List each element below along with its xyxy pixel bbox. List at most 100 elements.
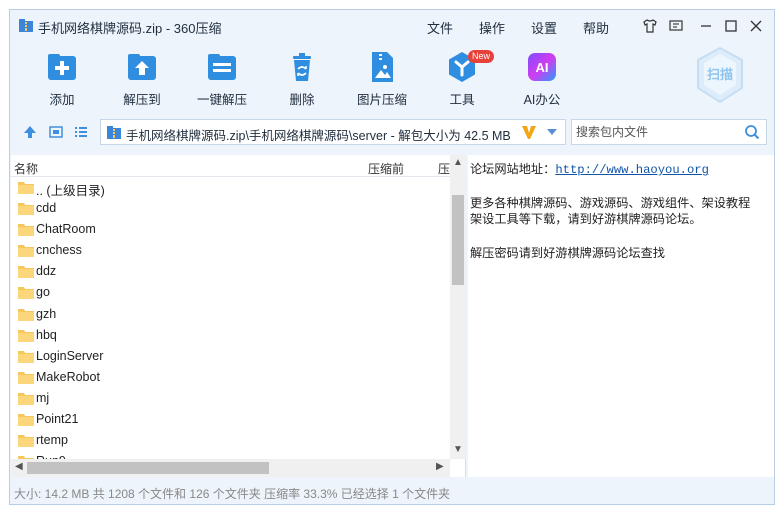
extract-to-button[interactable]: 解压到 — [104, 50, 180, 114]
file-name: cdd — [36, 201, 57, 216]
folder-icon — [18, 203, 34, 216]
file-name: cnchess — [36, 243, 82, 258]
comment-line-3: 架设工具等下载，请到好游棋牌源码论坛。 — [470, 212, 702, 226]
close-button[interactable] — [746, 16, 766, 36]
column-original-size[interactable]: 压缩前 — [368, 160, 404, 177]
list-item[interactable]: MakeRobot — [11, 367, 450, 388]
scroll-up-icon[interactable]: ▲ — [453, 157, 463, 168]
one-click-extract-button[interactable]: 一键解压 — [184, 50, 260, 114]
horizontal-scroll-thumb[interactable] — [27, 462, 269, 474]
address-bar[interactable]: 手机网络棋牌源码.zip\手机网络棋牌源码\server - 解包大小为 42.… — [100, 119, 566, 145]
file-name: MakeRobot — [36, 369, 100, 384]
folder-icon — [18, 287, 34, 300]
list-item[interactable]: hbq — [11, 325, 450, 346]
title-bar: 手机网络棋牌源码.zip - 360压缩 文件 操作 设置 帮助 — [10, 10, 774, 42]
column-header: 名称 压缩前 压 — [11, 155, 465, 177]
zip-archive-icon — [19, 19, 33, 32]
folder-icon — [18, 414, 34, 427]
list-item[interactable]: cdd — [11, 198, 450, 219]
list-item[interactable]: mj — [11, 388, 450, 409]
folder-icon — [18, 245, 34, 258]
ai-office-button[interactable]: AI AI办公 — [504, 50, 580, 114]
vertical-scrollbar[interactable]: ▲ ▼ — [450, 155, 466, 459]
list-item[interactable]: rtemp — [11, 430, 450, 451]
message-icon — [669, 20, 683, 31]
file-name: .. (上级目录) — [36, 184, 105, 198]
menu-settings[interactable]: 设置 — [531, 18, 557, 37]
add-icon — [48, 54, 76, 80]
list-item[interactable]: .. (上级目录) — [11, 177, 450, 198]
search-input[interactable] — [576, 123, 736, 141]
column-compressed[interactable]: 压 — [438, 160, 450, 177]
list-item[interactable]: Point21 — [11, 409, 450, 430]
delete-icon — [293, 53, 311, 81]
scroll-right-icon[interactable]: ▶ — [436, 461, 444, 472]
file-name: hbq — [36, 327, 57, 342]
verified-v-icon[interactable] — [521, 124, 537, 140]
folder-icon — [18, 371, 34, 384]
add-label: 添加 — [49, 93, 75, 107]
minimize-button[interactable] — [696, 16, 716, 36]
folder-icon — [18, 224, 34, 237]
minimize-icon — [701, 25, 711, 27]
skin-button[interactable] — [640, 16, 660, 36]
add-button[interactable]: 添加 — [24, 50, 100, 114]
scroll-left-icon[interactable]: ◀ — [15, 461, 23, 472]
scan-button[interactable]: 扫描 — [694, 46, 746, 104]
list-view-icon[interactable] — [73, 124, 89, 140]
list-item[interactable]: Run9 — [11, 451, 450, 459]
scan-shield-icon: 扫描 — [697, 46, 743, 104]
shirt-icon — [643, 19, 657, 33]
vertical-scroll-thumb[interactable] — [452, 195, 464, 285]
forum-link[interactable]: http://www.haoyou.org — [555, 163, 709, 177]
extract-to-label: 解压到 — [123, 93, 161, 107]
scan-label: 扫描 — [707, 67, 733, 83]
folder-icon — [18, 329, 34, 342]
comment-line-4: 解压密码请到好游棋牌源码论坛查找 — [470, 246, 665, 260]
file-name: gzh — [36, 306, 57, 321]
list-item[interactable]: go — [11, 282, 450, 303]
search-icon[interactable] — [744, 124, 760, 140]
list-item[interactable]: cnchess — [11, 240, 450, 261]
list-item[interactable]: LoginServer — [11, 346, 450, 367]
menu-operation[interactable]: 操作 — [479, 18, 505, 37]
folder-icon — [18, 435, 34, 448]
extract-to-icon — [128, 54, 156, 80]
tools-button[interactable]: New 工具 — [424, 50, 500, 114]
thumbnail-view-icon[interactable] — [48, 124, 64, 140]
delete-button[interactable]: 删除 — [264, 50, 340, 114]
window-title: 手机网络棋牌源码.zip - 360压缩 — [38, 21, 222, 36]
status-text: 大小: 14.2 MB 共 1208 个文件和 126 个文件夹 压缩率 33.… — [14, 487, 451, 501]
up-arrow-icon[interactable] — [22, 124, 38, 140]
scroll-down-icon[interactable]: ▼ — [453, 444, 463, 455]
list-item[interactable]: gzh — [11, 304, 450, 325]
list-item[interactable]: ddz — [11, 261, 450, 282]
delete-label: 删除 — [289, 93, 315, 107]
feedback-button[interactable] — [666, 16, 686, 36]
file-list-panel: 名称 压缩前 压 .. (上级目录) cdd ChatRoom cnchess ddz g… — [11, 155, 466, 477]
image-compress-button[interactable]: 图片压缩 — [344, 50, 420, 114]
column-name[interactable]: 名称 — [14, 160, 38, 177]
one-click-extract-label: 一键解压 — [196, 93, 247, 107]
maximize-button[interactable] — [721, 16, 741, 36]
folder-icon — [18, 308, 34, 321]
menu-help[interactable]: 帮助 — [583, 18, 609, 37]
menu-file[interactable]: 文件 — [427, 18, 453, 37]
horizontal-scrollbar[interactable]: ◀ ▶ — [11, 459, 450, 477]
search-box[interactable] — [571, 119, 767, 145]
file-name: Point21 — [36, 412, 79, 427]
archive-path: 手机网络棋牌源码.zip\手机网络棋牌源码\server - 解包大小为 42.… — [126, 129, 511, 143]
list-item[interactable]: ChatRoom — [11, 219, 450, 240]
file-name: ChatRoom — [36, 222, 96, 237]
image-compress-label: 图片压缩 — [356, 93, 407, 107]
file-list: .. (上级目录) cdd ChatRoom cnchess ddz go gzh hbq Lo… — [11, 177, 450, 459]
app-window: 手机网络棋牌源码.zip - 360压缩 文件 操作 设置 帮助 添加 解压到 … — [9, 9, 775, 505]
file-name: mj — [36, 390, 50, 405]
folder-icon — [18, 350, 34, 363]
file-name: rtemp — [36, 433, 68, 448]
path-dropdown-icon[interactable] — [547, 129, 557, 135]
folder-icon — [18, 392, 34, 405]
ai-office-icon: AI — [528, 53, 556, 81]
ai-office-label: AI办公 — [523, 93, 561, 107]
zip-archive-icon — [107, 126, 121, 139]
